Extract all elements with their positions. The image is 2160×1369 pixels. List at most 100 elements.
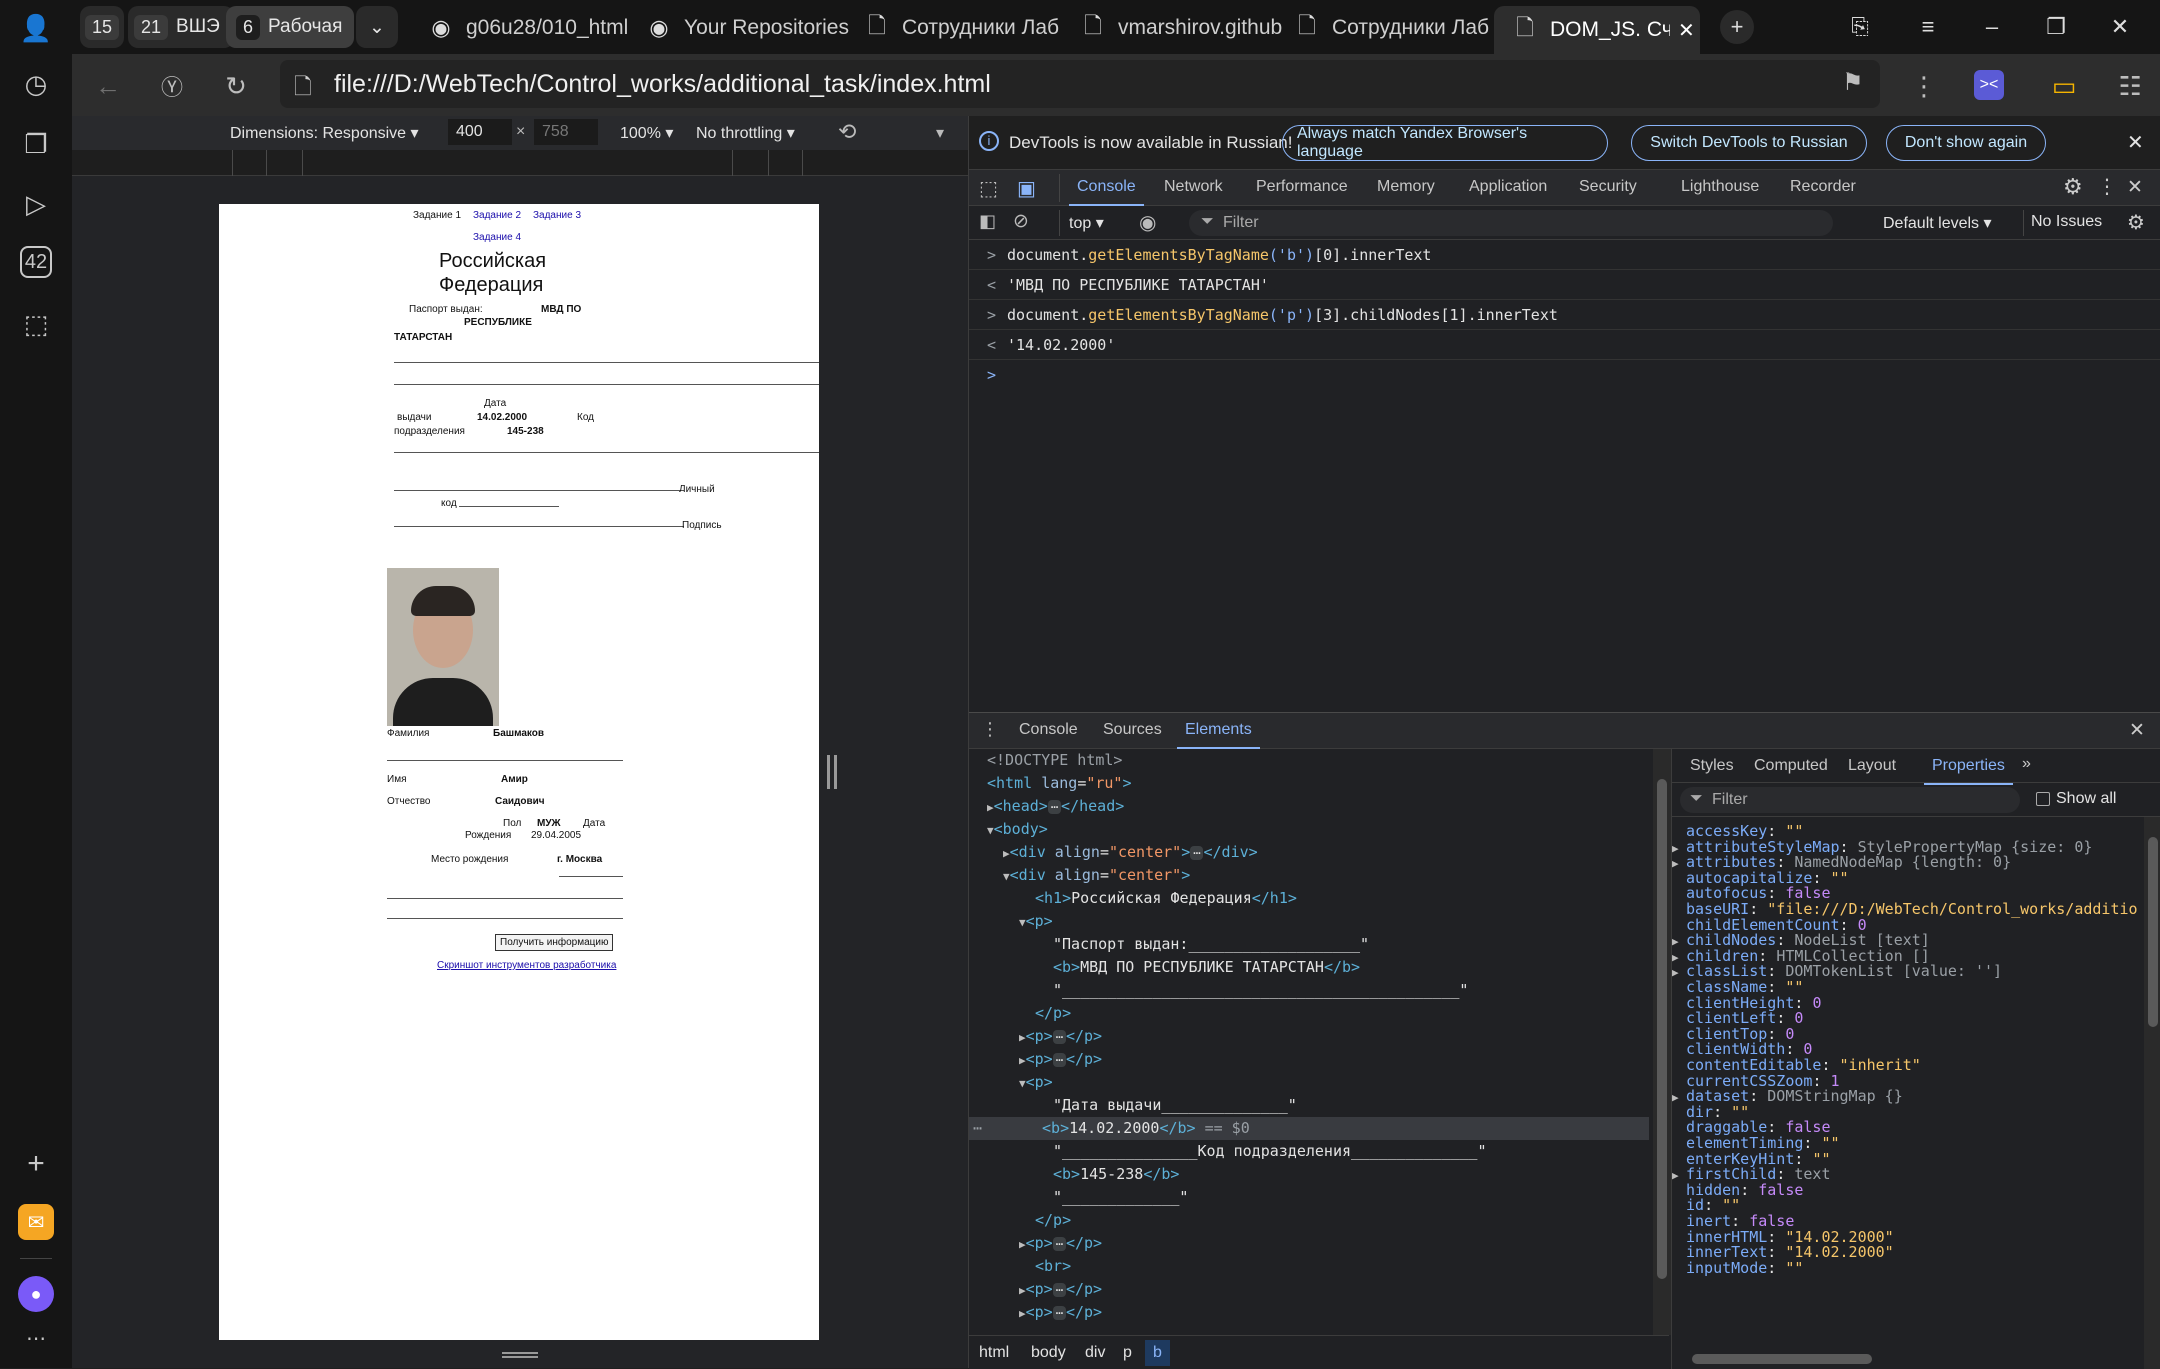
tab-performance[interactable]: Performance xyxy=(1256,178,1348,196)
properties-scrollbar[interactable] xyxy=(2144,817,2160,1369)
width-input[interactable]: 400 xyxy=(448,119,512,145)
console-prompt[interactable]: > xyxy=(969,360,2160,390)
side-tab-computed[interactable]: Computed xyxy=(1754,757,1828,775)
div-node-open[interactable]: ▼<div align="center"> xyxy=(1003,864,1190,887)
text-node[interactable]: "_______________________________________… xyxy=(1053,979,1468,1002)
get-info-button[interactable]: Получить информацию xyxy=(495,934,614,951)
close-drawer-icon[interactable]: ✕ xyxy=(2129,719,2145,742)
scroll-thumb[interactable] xyxy=(1657,779,1667,1279)
extension-icon[interactable]: >< xyxy=(1974,70,2004,100)
nav-link-task2[interactable]: Задание 2 xyxy=(473,210,521,221)
counter-badge-icon[interactable]: 42 xyxy=(20,246,52,278)
workspace-15[interactable]: 15 xyxy=(80,6,124,48)
profile-icon[interactable]: 👤 xyxy=(18,10,54,46)
workspace-hse[interactable]: 21 ВШЭ xyxy=(128,6,234,48)
eye-icon[interactable]: ◉ xyxy=(1139,210,1156,235)
drawer-tab-console[interactable]: Console xyxy=(1019,721,1078,739)
more-tabs-icon[interactable]: » xyxy=(2022,755,2031,773)
settings-gear-icon[interactable]: ⚙ xyxy=(2063,174,2083,200)
html-node[interactable]: <html lang="ru"> xyxy=(987,772,1132,795)
crumb-html[interactable]: html xyxy=(979,1344,1009,1362)
nav-link-task3[interactable]: Задание 3 xyxy=(533,210,581,221)
div-node[interactable]: ▶<div align="center"> ⋯ </div> xyxy=(1003,841,1258,864)
body-node[interactable]: ▼<body> xyxy=(987,818,1048,841)
p-node[interactable]: ▶<p> ⋯ </p> xyxy=(1019,1301,1102,1324)
scroll-thumb[interactable] xyxy=(2148,837,2158,1027)
more-icon[interactable]: ⋯ xyxy=(18,1320,54,1356)
tab-3[interactable]: 🗋 Сотрудники Лаб xyxy=(864,8,1114,48)
tab-memory[interactable]: Memory xyxy=(1377,178,1435,196)
close-window-icon[interactable]: ✕ xyxy=(2100,10,2140,44)
side-tab-properties[interactable]: Properties xyxy=(1924,757,2013,785)
nav-link-task1[interactable]: Задание 1 xyxy=(413,210,461,221)
nav-link-task4[interactable]: Задание 4 xyxy=(473,232,521,243)
console-command[interactable]: document.getElementsByTagName('p')[3].ch… xyxy=(1007,306,1558,324)
match-language-button[interactable]: Always match Yandex Browser's language xyxy=(1282,125,1608,161)
height-input[interactable]: 758 xyxy=(534,119,598,145)
device-options-icon[interactable]: ▾ xyxy=(936,123,944,143)
screenshot-icon[interactable]: ⬚ xyxy=(18,306,54,342)
sidebar-toggle-icon[interactable]: ◧ xyxy=(979,211,996,232)
close-devtools-icon[interactable]: ✕ xyxy=(2127,176,2143,199)
reload-icon[interactable]: ↻ xyxy=(218,68,254,104)
tab-recorder[interactable]: Recorder xyxy=(1790,178,1856,196)
clear-console-icon[interactable]: ⊘ xyxy=(1013,210,1029,233)
text-node[interactable]: "Паспорт выдан:___________________" xyxy=(1053,933,1369,956)
tab-security[interactable]: Security xyxy=(1579,178,1637,196)
close-tab-icon[interactable]: ✕ xyxy=(1678,18,1695,43)
dont-show-button[interactable]: Don't show again xyxy=(1886,125,2046,161)
restore-icon[interactable]: ❐ xyxy=(2036,10,2076,44)
tab-application[interactable]: Application xyxy=(1469,178,1547,196)
mail-icon[interactable]: ✉ xyxy=(18,1204,54,1240)
drawer-menu-icon[interactable]: ⋮ xyxy=(981,719,999,740)
collections-icon[interactable]: ❐ xyxy=(18,126,54,162)
translate-icon[interactable]: ☷ xyxy=(2112,68,2148,104)
b-node[interactable]: <b>МВД ПО РЕСПУБЛИКЕ ТАТАРСТАН</b> xyxy=(1053,956,1360,979)
viewport-resize-handle[interactable] xyxy=(827,755,837,789)
bottom-resize-handle[interactable] xyxy=(502,1352,538,1358)
tab-lighthouse[interactable]: Lighthouse xyxy=(1681,178,1759,196)
levels-select[interactable]: Default levels ▾ xyxy=(1883,213,1992,233)
side-tab-layout[interactable]: Layout xyxy=(1848,757,1896,775)
inspect-icon[interactable]: ⬚ xyxy=(979,176,998,201)
p-node-open[interactable]: ▼<p> xyxy=(1019,1071,1053,1094)
p-close[interactable]: </p> xyxy=(1035,1209,1071,1232)
back-icon[interactable]: ← xyxy=(90,68,126,104)
br-node[interactable]: <br> xyxy=(1035,1255,1071,1278)
console-settings-icon[interactable]: ⚙ xyxy=(2127,210,2145,235)
h1-node[interactable]: <h1>Российская Федерация</h1> xyxy=(1035,887,1297,910)
text-node[interactable]: "_____________" xyxy=(1053,1186,1188,1209)
context-select[interactable]: top ▾ xyxy=(1069,213,1104,233)
b-node[interactable]: <b>145-238</b> xyxy=(1053,1163,1179,1186)
properties-hscrollbar[interactable] xyxy=(1672,1349,2142,1369)
device-toggle-icon[interactable]: ▣ xyxy=(1017,176,1036,201)
switch-russian-button[interactable]: Switch DevTools to Russian xyxy=(1631,125,1867,161)
screenshot-link[interactable]: Скриншот инструментов разработчика xyxy=(437,960,616,971)
yandex-icon[interactable]: Ⓨ xyxy=(154,68,190,104)
p-node[interactable]: ▶<p> ⋯ </p> xyxy=(1019,1232,1102,1255)
more-vert-icon[interactable]: ⋮ xyxy=(1906,68,1942,104)
new-tab-icon[interactable]: + xyxy=(1720,10,1754,44)
history-icon[interactable]: ◷ xyxy=(18,66,54,102)
console-command[interactable]: document.getElementsByTagName('b')[0].in… xyxy=(1007,246,1431,264)
text-node[interactable]: "Дата выдачи______________" xyxy=(1053,1094,1297,1117)
add-panel-icon[interactable]: + xyxy=(18,1146,54,1182)
minimize-icon[interactable]: – xyxy=(1972,10,2012,44)
doctype-node[interactable]: <!DOCTYPE html> xyxy=(987,749,1122,772)
p-node[interactable]: ▶<p> ⋯ </p> xyxy=(1019,1048,1102,1071)
more-vert-icon[interactable]: ⋮ xyxy=(2097,174,2117,199)
alice-icon[interactable]: ● xyxy=(18,1276,54,1312)
tab-console[interactable]: Console xyxy=(1069,178,1144,206)
tab-manager-icon[interactable]: ⎘ xyxy=(1840,10,1880,44)
dimensions-select[interactable]: Dimensions: Responsive ▾ xyxy=(230,123,419,143)
zoom-select[interactable]: 100% ▾ xyxy=(620,123,673,143)
drawer-tab-elements[interactable]: Elements xyxy=(1177,721,1260,749)
text-node[interactable]: "_______________Код подразделения_______… xyxy=(1053,1140,1486,1163)
video-icon[interactable]: ▷ xyxy=(18,186,54,222)
throttling-select[interactable]: No throttling ▾ xyxy=(696,123,795,143)
elements-scrollbar[interactable] xyxy=(1653,749,1671,1335)
property-row[interactable]: inputMode: "" xyxy=(1672,1258,1803,1279)
p-node[interactable]: ▶<p> ⋯ </p> xyxy=(1019,1025,1102,1048)
p-close[interactable]: </p> xyxy=(1035,1002,1071,1025)
show-all-checkbox[interactable] xyxy=(2036,792,2050,806)
